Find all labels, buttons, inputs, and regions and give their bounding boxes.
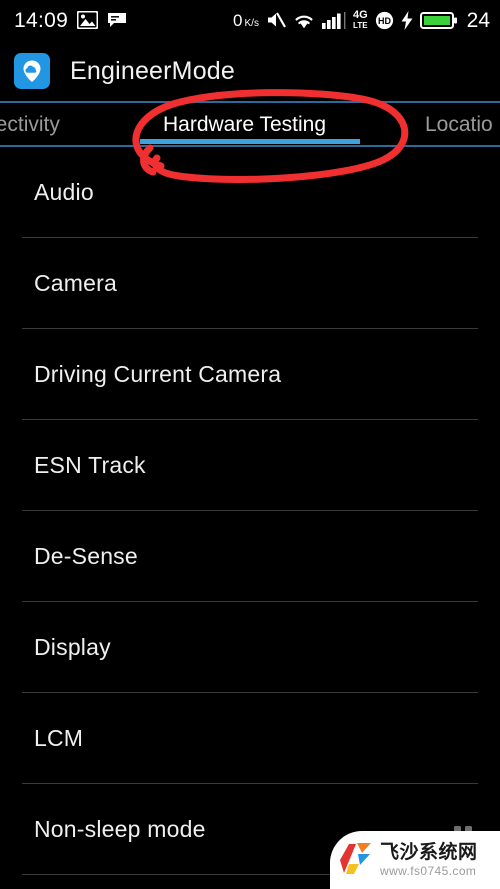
battery-level-label: 24 [466,8,490,32]
engineermode-app-icon [14,53,50,89]
tab-location[interactable]: Locatio [425,103,493,147]
message-icon [107,12,127,28]
list-item-label: LCM [34,724,84,751]
list-item-label: Display [34,633,111,660]
mute-icon [266,11,286,29]
hardware-testing-list: Audio Camera Driving Current Camera ESN … [0,147,500,875]
list-item[interactable]: Audio [0,147,500,237]
watermark-peek-icon [452,821,474,833]
list-item[interactable]: Driving Current Camera [0,329,500,419]
watermark-text: 飞沙系统网 www.fs0745.com [380,843,478,877]
network-speed-value: 0 [233,10,243,30]
status-bar: 14:09 0 K/s 4G LTE HD 24 [0,0,500,40]
network-speed-indicator: 0 K/s [233,12,259,29]
signal-bars-icon [321,11,346,29]
4g-lte-icon: 4G LTE [352,9,368,30]
wifi-icon [293,12,315,29]
app-bar: EngineerMode [0,40,500,102]
battery-icon [419,11,458,30]
list-item-label: De-Sense [34,542,138,569]
list-item-label: Driving Current Camera [34,360,282,387]
list-item[interactable]: ESN Track [0,420,500,510]
list-item-label: Non-sleep mode [34,815,206,842]
status-bar-right: 0 K/s 4G LTE HD 24 [233,10,490,31]
page-title: EngineerMode [70,56,236,85]
hd-icon: HD [375,11,394,30]
tab-connectivity[interactable]: nectivity [0,103,60,147]
charging-bolt-icon [401,10,413,30]
list-item-label: ESN Track [34,451,146,478]
svg-text:HD: HD [378,16,391,26]
status-clock: 14:09 [14,8,69,32]
network-speed-unit: K/s [244,17,259,29]
active-tab-indicator [140,139,360,144]
list-item[interactable]: De-Sense [0,511,500,601]
watermark-site-name: 飞沙系统网 [380,842,478,863]
feisha-logo-icon [340,840,374,881]
list-item-label: Camera [34,269,118,296]
image-icon [77,11,99,29]
list-item-label: Audio [34,178,94,205]
watermark-url: www.fs0745.com [380,864,477,878]
list-item[interactable]: Camera [0,238,500,328]
status-bar-left: 14:09 [14,10,127,31]
list-item[interactable]: LCM [0,693,500,783]
list-item[interactable]: Display [0,602,500,692]
site-watermark: 飞沙系统网 www.fs0745.com [330,831,500,889]
